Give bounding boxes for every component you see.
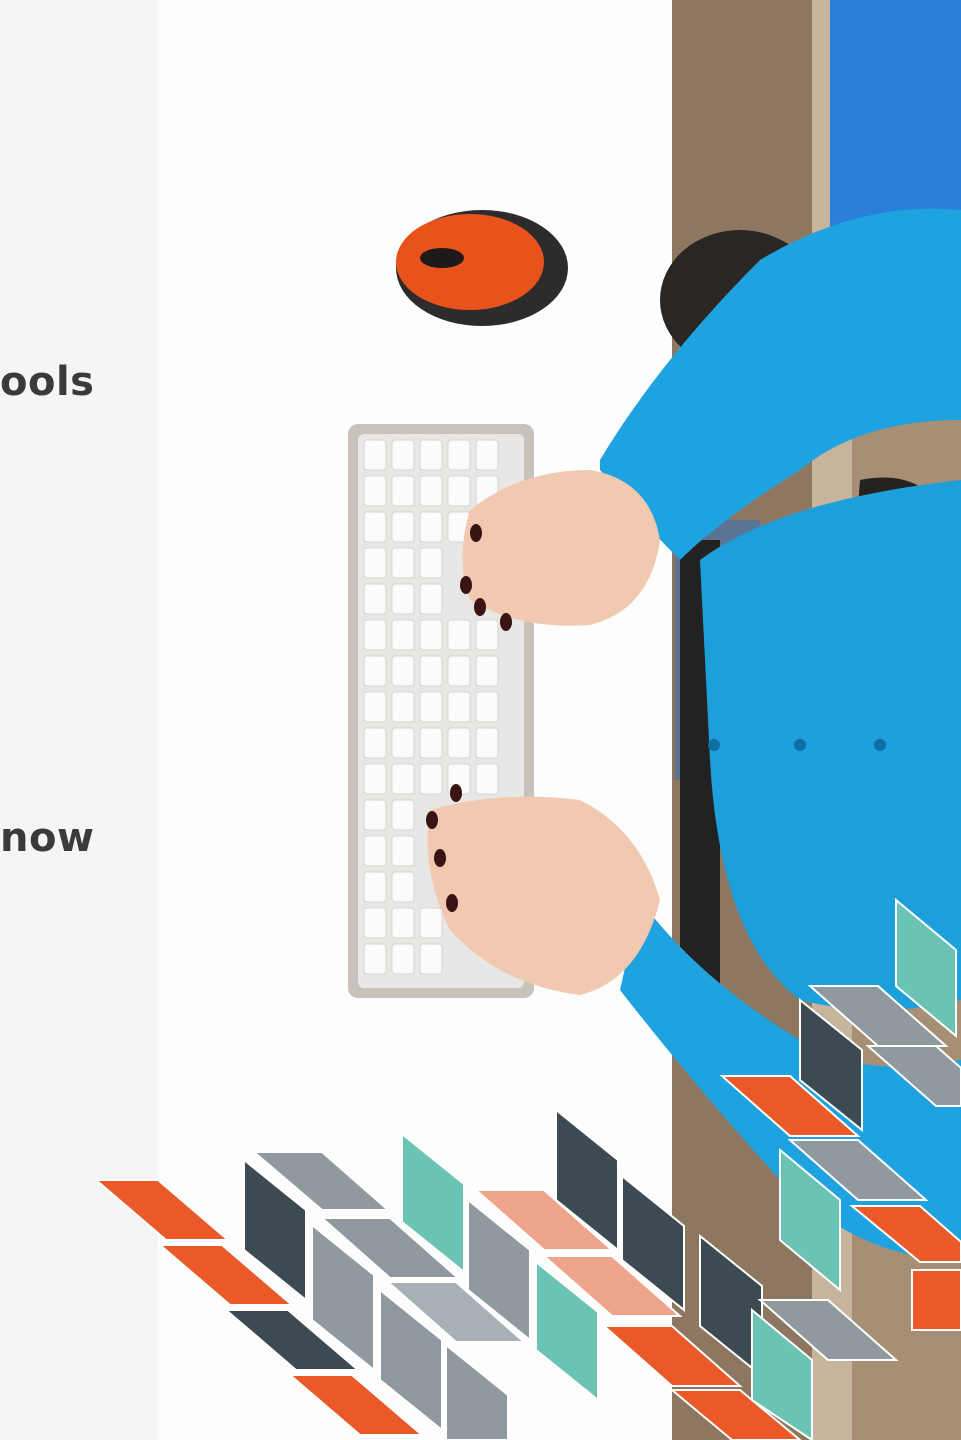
cropped-text-line-2: now bbox=[0, 815, 95, 861]
computer-mouse bbox=[396, 210, 568, 326]
photo-scene bbox=[0, 0, 961, 1440]
cropped-text-line-1: ools bbox=[0, 359, 95, 405]
